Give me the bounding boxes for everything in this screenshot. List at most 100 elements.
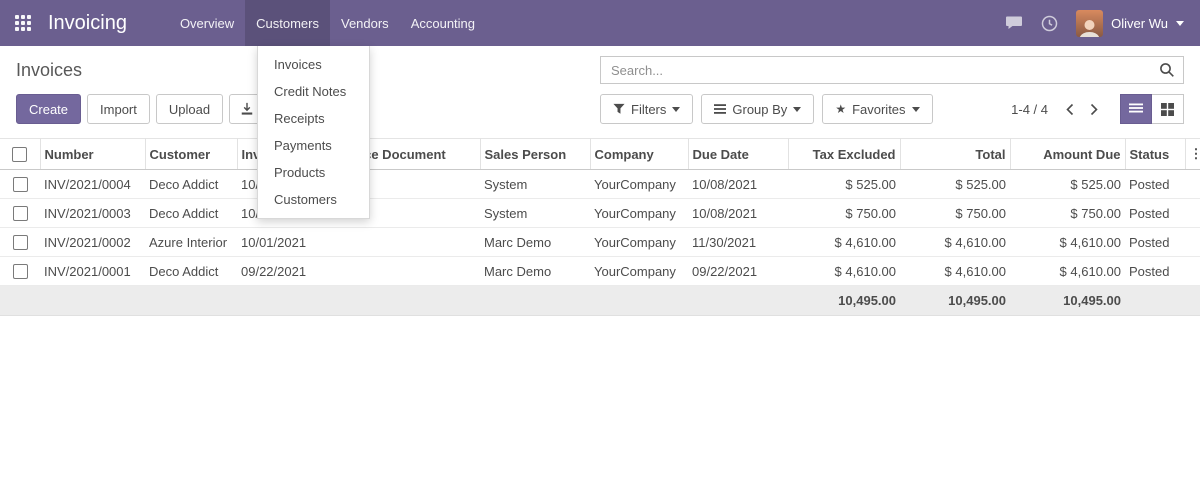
- cell-status: Posted: [1125, 198, 1185, 229]
- filter-icon: [613, 103, 625, 115]
- list-view-button[interactable]: [1120, 94, 1152, 124]
- user-name: Oliver Wu: [1111, 15, 1168, 31]
- upload-button[interactable]: Upload: [155, 94, 224, 124]
- cell-invoice-date: 10/01/2021: [237, 227, 330, 258]
- row-checkbox[interactable]: [12, 235, 28, 251]
- footer-tax-excluded: 10,495.00: [788, 285, 900, 317]
- apps-menu-button[interactable]: [0, 0, 46, 46]
- invoices-table: Number Customer Invoice Date Source Docu…: [0, 137, 1200, 317]
- download-icon: [240, 102, 254, 116]
- search-icon[interactable]: [1159, 62, 1175, 78]
- cell-tax-excluded: $ 750.00: [788, 198, 900, 229]
- kanban-view-button[interactable]: [1152, 94, 1184, 124]
- import-button[interactable]: Import: [87, 94, 150, 124]
- cell-source-document: [330, 227, 480, 258]
- dropdown-item-products[interactable]: Products: [258, 159, 369, 186]
- filters-button[interactable]: Filters: [600, 94, 694, 124]
- list-view-icon: [1129, 103, 1143, 115]
- cell-status: Posted: [1125, 169, 1185, 200]
- header-tax-excluded[interactable]: Tax Excluded: [788, 137, 901, 171]
- table-row[interactable]: INV/2021/0004 Deco Addict 10/08/2021 Sys…: [0, 169, 1200, 200]
- cell-amount-due: $ 525.00: [1010, 169, 1125, 200]
- cell-number: INV/2021/0003: [40, 198, 145, 229]
- main-menu: Overview Customers Vendors Accounting: [169, 0, 486, 46]
- app-title: Invoicing: [48, 11, 127, 34]
- table-row[interactable]: INV/2021/0001 Deco Addict 09/22/2021 Mar…: [0, 256, 1200, 287]
- top-navbar: Invoicing Overview Customers Vendors Acc…: [0, 0, 1200, 46]
- cell-sales-person: Marc Demo: [480, 256, 590, 287]
- cell-number: INV/2021/0004: [40, 169, 145, 200]
- header-total[interactable]: Total: [900, 137, 1011, 171]
- cell-due-date: 10/08/2021: [688, 169, 788, 200]
- header-company[interactable]: Company: [590, 137, 689, 171]
- row-checkbox[interactable]: [12, 264, 28, 280]
- pager-next-button[interactable]: [1082, 99, 1106, 120]
- menu-accounting[interactable]: Accounting: [400, 0, 486, 46]
- cell-total: $ 4,610.00: [900, 256, 1010, 287]
- cell-status: Posted: [1125, 227, 1185, 258]
- group-by-button[interactable]: Group By: [701, 94, 815, 124]
- cell-due-date: 10/08/2021: [688, 198, 788, 229]
- header-customer[interactable]: Customer: [145, 137, 238, 171]
- dropdown-item-receipts[interactable]: Receipts: [258, 105, 369, 132]
- view-switcher: [1120, 94, 1184, 124]
- header-due-date[interactable]: Due Date: [688, 137, 789, 171]
- screen: Invoicing Overview Customers Vendors Acc…: [0, 0, 1200, 500]
- dropdown-item-credit-notes[interactable]: Credit Notes: [258, 78, 369, 105]
- cell-due-date: 09/22/2021: [688, 256, 788, 287]
- dropdown-item-payments[interactable]: Payments: [258, 132, 369, 159]
- header-status[interactable]: Status: [1125, 137, 1186, 171]
- row-checkbox[interactable]: [12, 177, 28, 193]
- cell-source-document: [330, 256, 480, 287]
- cell-customer: Azure Interior: [145, 227, 237, 258]
- group-by-icon: [714, 103, 727, 115]
- cell-company: YourCompany: [590, 169, 688, 200]
- messages-icon[interactable]: [1005, 15, 1023, 31]
- header-amount-due[interactable]: Amount Due: [1010, 137, 1126, 171]
- cell-total: $ 750.00: [900, 198, 1010, 229]
- dropdown-item-invoices[interactable]: Invoices: [258, 51, 369, 78]
- header-sales-person[interactable]: Sales Person: [480, 137, 591, 171]
- cell-company: YourCompany: [590, 227, 688, 258]
- pager-previous-button[interactable]: [1058, 99, 1082, 120]
- cell-amount-due: $ 4,610.00: [1010, 227, 1125, 258]
- pager-value[interactable]: 1-4 / 4: [1011, 102, 1048, 117]
- chevron-down-icon: [911, 106, 920, 112]
- cell-due-date: 11/30/2021: [688, 227, 788, 258]
- dropdown-item-customers[interactable]: Customers: [258, 186, 369, 213]
- cell-company: YourCompany: [590, 198, 688, 229]
- kanban-view-icon: [1161, 102, 1174, 116]
- menu-vendors[interactable]: Vendors: [330, 0, 400, 46]
- cell-number: INV/2021/0001: [40, 256, 145, 287]
- cell-tax-excluded: $ 525.00: [788, 169, 900, 200]
- cell-number: INV/2021/0002: [40, 227, 145, 258]
- cell-sales-person: Marc Demo: [480, 227, 590, 258]
- menu-overview[interactable]: Overview: [169, 0, 245, 46]
- control-panel: Invoices Create Import Upload: [0, 46, 1200, 130]
- table-row[interactable]: INV/2021/0002 Azure Interior 10/01/2021 …: [0, 227, 1200, 258]
- create-button[interactable]: Create: [16, 94, 82, 124]
- activities-clock-icon[interactable]: [1041, 15, 1058, 32]
- cell-status: Posted: [1125, 256, 1185, 287]
- chevron-down-icon: [1176, 20, 1184, 26]
- cell-total: $ 4,610.00: [900, 227, 1010, 258]
- menu-customers[interactable]: Customers: [245, 0, 330, 46]
- cell-tax-excluded: $ 4,610.00: [788, 256, 900, 287]
- header-number[interactable]: Number: [40, 137, 146, 171]
- cell-amount-due: $ 750.00: [1010, 198, 1125, 229]
- cell-sales-person: System: [480, 198, 590, 229]
- chevron-down-icon: [672, 106, 681, 112]
- search-input[interactable]: [609, 61, 1159, 79]
- footer-amount-due: 10,495.00: [1010, 285, 1125, 317]
- cell-customer: Deco Addict: [145, 169, 237, 200]
- customers-dropdown: Invoices Credit Notes Receipts Payments …: [257, 46, 370, 219]
- optional-columns-toggle[interactable]: ⋮: [1185, 137, 1200, 171]
- row-checkbox[interactable]: [12, 206, 28, 222]
- select-all-checkbox[interactable]: [12, 147, 28, 163]
- favorites-button[interactable]: ★ Favorites: [822, 94, 933, 124]
- table-header-row: Number Customer Invoice Date Source Docu…: [0, 137, 1200, 171]
- table-row[interactable]: INV/2021/0003 Deco Addict 10/03/2021 Sys…: [0, 198, 1200, 229]
- cell-invoice-date: 09/22/2021: [237, 256, 330, 287]
- user-menu[interactable]: Oliver Wu: [1076, 9, 1184, 37]
- avatar: [1076, 9, 1104, 37]
